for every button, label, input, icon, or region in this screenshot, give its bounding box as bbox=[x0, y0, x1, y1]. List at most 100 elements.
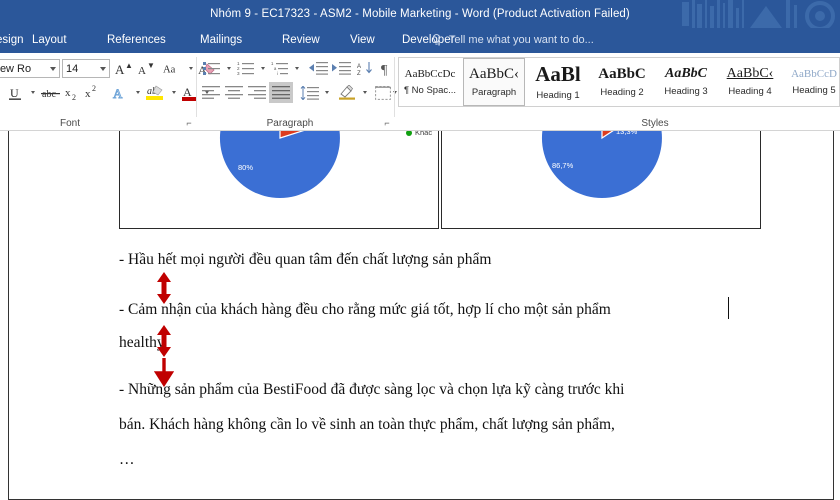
bullets-button[interactable] bbox=[202, 59, 222, 77]
window-title: Nhóm 9 - EC17323 - ASM2 - Mobile Marketi… bbox=[210, 8, 630, 20]
font-name-value: New Ro bbox=[0, 62, 32, 75]
svg-text:2: 2 bbox=[72, 93, 76, 101]
paragraph-group-label: Paragraph bbox=[266, 118, 314, 129]
chevron-down-icon bbox=[363, 91, 367, 94]
font-dialog-launcher[interactable]: ⌐ bbox=[184, 118, 194, 128]
chevron-down-icon bbox=[261, 66, 265, 70]
document-page: 80% Khác 86,7% 13,3% - Hầu hết mọi người… bbox=[8, 131, 834, 500]
align-right-button[interactable] bbox=[246, 83, 268, 102]
line-spacing-button[interactable] bbox=[298, 83, 320, 102]
text-cursor bbox=[728, 297, 729, 319]
lightbulb-icon bbox=[432, 33, 441, 45]
shading-button[interactable] bbox=[336, 83, 358, 102]
style-heading-1[interactable]: AaBl Heading 1 bbox=[527, 58, 589, 106]
svg-text:A: A bbox=[357, 64, 361, 70]
style-heading-2[interactable]: AaBbC Heading 2 bbox=[591, 58, 653, 106]
pie-chart-right[interactable]: 86,7% 13,3% bbox=[441, 131, 761, 229]
tab-design[interactable]: esign bbox=[0, 28, 26, 53]
font-name-combo[interactable]: New Ro bbox=[0, 59, 60, 78]
numbering-button[interactable]: 123 bbox=[236, 59, 256, 77]
shrink-font-button[interactable]: A ▼ bbox=[137, 59, 157, 78]
pie-left-graphic bbox=[219, 131, 340, 198]
chevron-down-icon bbox=[30, 91, 35, 94]
style-label: Heading 3 bbox=[664, 86, 708, 97]
tab-mailings[interactable]: Mailings bbox=[198, 28, 244, 53]
svg-text:▼: ▼ bbox=[147, 61, 155, 70]
ribbon-tab-bar: esign Layout References Mailings Review … bbox=[0, 28, 840, 53]
text-highlight-color-button[interactable]: ab bbox=[144, 83, 166, 102]
tab-view[interactable]: View bbox=[348, 28, 377, 53]
font-size-combo[interactable]: 14 bbox=[62, 59, 110, 78]
style-label: Heading 1 bbox=[536, 89, 580, 101]
tell-me-label: Tell me what you want to do... bbox=[448, 34, 594, 46]
paragraph-6[interactable]: … bbox=[119, 451, 135, 470]
chevron-down-icon bbox=[189, 67, 193, 70]
justify-button[interactable] bbox=[269, 82, 293, 103]
tab-references[interactable]: References bbox=[105, 28, 168, 53]
style-heading-3[interactable]: AaBbC Heading 3 bbox=[655, 58, 717, 106]
svg-text:A: A bbox=[138, 65, 146, 76]
style-preview: AaBbC‹ bbox=[726, 66, 774, 81]
increase-indent-button[interactable] bbox=[331, 59, 352, 77]
sort-button[interactable]: A Z bbox=[356, 59, 376, 77]
style-preview: AaBbCcDc bbox=[404, 67, 456, 80]
text-effects-button[interactable]: A bbox=[110, 83, 130, 102]
paragraph-1[interactable]: - Hầu hết mọi người đều quan tâm đến chấ… bbox=[119, 251, 491, 270]
paragraph-4[interactable]: - Những sản phẩm của BestiFood đã được s… bbox=[119, 381, 624, 400]
svg-text:2: 2 bbox=[92, 85, 96, 93]
svg-text:Z: Z bbox=[357, 71, 361, 76]
document-area[interactable]: 80% Khác 86,7% 13,3% - Hầu hết mọi người… bbox=[0, 131, 840, 500]
numbering-caret[interactable] bbox=[256, 59, 267, 77]
multilevel-list-caret[interactable] bbox=[290, 59, 301, 77]
chevron-down-icon bbox=[227, 66, 231, 70]
legend-label: Khác bbox=[415, 131, 433, 137]
superscript-button[interactable]: x2 bbox=[84, 83, 102, 102]
shading-caret[interactable] bbox=[358, 83, 369, 102]
svg-text:abc: abc bbox=[42, 89, 56, 100]
bullets-caret[interactable] bbox=[222, 59, 233, 77]
highlight-color-caret[interactable] bbox=[166, 83, 178, 102]
legend-color-swatch bbox=[406, 131, 412, 136]
tell-me-search[interactable]: Tell me what you want to do... bbox=[432, 28, 594, 53]
tab-layout[interactable]: Layout bbox=[30, 28, 69, 53]
paragraph-dialog-launcher[interactable]: ⌐ bbox=[382, 118, 392, 128]
style-label: Paragraph bbox=[471, 86, 517, 98]
style-heading-5[interactable]: AaBbCcD Heading 5 bbox=[783, 58, 839, 106]
decrease-indent-button[interactable] bbox=[308, 59, 329, 77]
line-spacing-arrow-2 bbox=[157, 325, 171, 357]
pie-chart-left[interactable]: 80% bbox=[119, 131, 439, 229]
line-spacing-caret[interactable] bbox=[320, 83, 331, 102]
style-label: Heading 2 bbox=[600, 86, 644, 98]
pie-right-slice-label-0: 86,7% bbox=[552, 161, 574, 170]
chevron-down-icon bbox=[295, 66, 299, 70]
style-no-spacing[interactable]: AaBbCcDc ¶ No Spac... bbox=[399, 58, 461, 106]
svg-text:U: U bbox=[10, 86, 19, 100]
paragraph-5[interactable]: bán. Khách hàng không cần lo về sinh an … bbox=[119, 416, 615, 435]
style-preview: AaBbCcD bbox=[791, 67, 837, 80]
svg-text:A: A bbox=[115, 62, 125, 76]
line-spacing-arrow-1 bbox=[157, 272, 171, 304]
align-left-button[interactable] bbox=[200, 83, 222, 102]
align-center-button[interactable] bbox=[223, 83, 245, 102]
style-heading-4[interactable]: AaBbC‹ Heading 4 bbox=[719, 58, 781, 106]
style-label: ¶ No Spac... bbox=[403, 84, 457, 96]
pie-right-slice-label-1: 13,3% bbox=[616, 131, 638, 136]
strikethrough-button[interactable]: abc bbox=[40, 83, 62, 102]
underline-options-caret[interactable] bbox=[25, 83, 37, 102]
text-effects-caret[interactable] bbox=[130, 83, 142, 102]
multilevel-list-button[interactable]: 1ai bbox=[270, 59, 290, 77]
svg-text:i: i bbox=[277, 71, 278, 75]
style-paragraph[interactable]: AaBbC‹ Paragraph bbox=[463, 58, 525, 106]
svg-text:A: A bbox=[183, 85, 192, 99]
styles-group-label: Styles bbox=[641, 118, 669, 129]
paragraph-2[interactable]: - Cảm nhận của khách hàng đều cho rằng m… bbox=[119, 301, 611, 320]
grow-font-button[interactable]: A ▲ bbox=[114, 59, 134, 78]
change-case-caret[interactable] bbox=[171, 59, 187, 78]
chevron-down-icon bbox=[325, 91, 329, 94]
chevron-down-icon bbox=[50, 66, 56, 71]
group-divider bbox=[196, 57, 197, 117]
underline-button[interactable]: U bbox=[6, 83, 24, 102]
subscript-button[interactable]: x2 bbox=[64, 83, 82, 102]
style-preview: AaBbC‹ bbox=[469, 65, 519, 82]
tab-review[interactable]: Review bbox=[280, 28, 322, 53]
